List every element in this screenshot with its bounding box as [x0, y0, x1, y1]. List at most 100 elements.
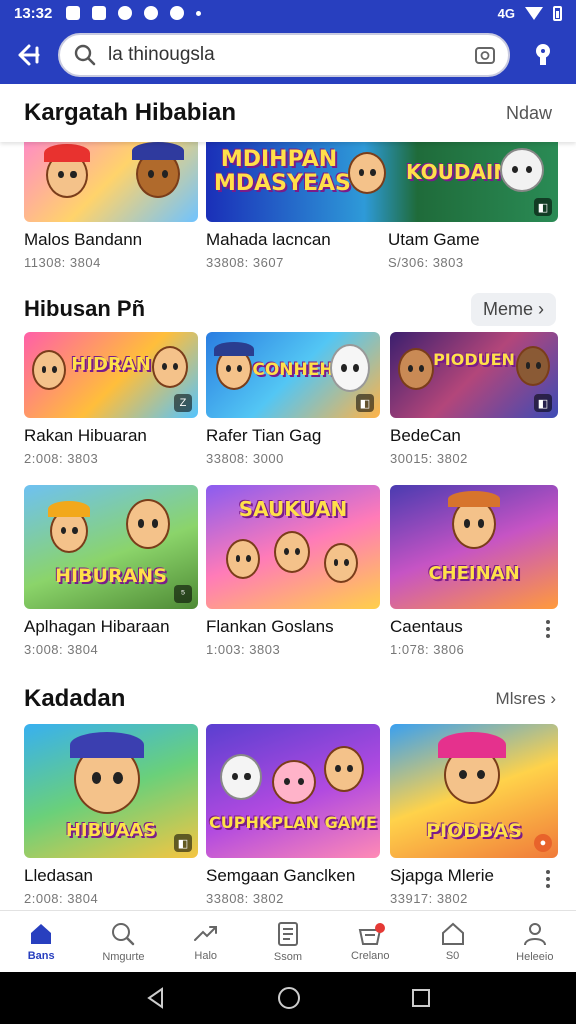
game-card[interactable]: CUPHKPLAN GAME Semgaan Ganclken 33808: 3…	[206, 724, 380, 906]
more-options-icon[interactable]	[546, 870, 550, 891]
refresh-icon	[144, 6, 159, 20]
see-more-button[interactable]: Meme ›	[470, 292, 556, 326]
nav-label: Heleeio	[516, 950, 554, 963]
game-thumbnail: CONHEH ◧	[206, 332, 380, 418]
game-thumbnail: HIBUAAS ◧	[24, 724, 198, 858]
game-card[interactable]: PIODUEN ◧ BedeCan 30015: 3802	[390, 332, 558, 466]
back-arrow-icon	[18, 44, 40, 66]
game-card[interactable]: CHEINAN Caentaus 1:078: 3806	[390, 485, 558, 657]
game-title: Semgaan Ganclken	[206, 866, 356, 885]
profile-icon	[523, 922, 546, 945]
game-card[interactable]: CONHEH ◧ Rafer Tian Gag 33808: 3000	[206, 332, 380, 466]
game-card[interactable]: Malos Bandann 11308: 3804	[24, 136, 198, 270]
banner-text: HIBUAAS	[65, 820, 157, 841]
mail-icon	[66, 6, 81, 20]
game-thumbnail: PIODUEN ◧	[390, 332, 558, 418]
house-outline-icon	[441, 922, 464, 945]
bookmark-icon: ◧	[534, 394, 552, 412]
system-back-icon[interactable]	[144, 986, 168, 1010]
game-card[interactable]: HIBUAAS ◧ Lledasan 2:008: 3804	[24, 724, 198, 906]
see-more-label: Mlsres	[495, 689, 546, 708]
bookmark-icon: ◧	[356, 394, 374, 412]
section-header-featured: Kargatah Hibabian Ndaw	[0, 84, 576, 142]
game-card[interactable]: HIBURANS ⁵ Aplhagan Hibaraan 3:008: 3804	[24, 485, 198, 657]
game-meta: 30015: 3802	[390, 451, 468, 466]
game-card[interactable]: PIODBAS ● Sjapga Mlerie 33917: 3802	[390, 724, 558, 906]
more-options-icon[interactable]	[546, 620, 550, 641]
game-meta: 33808: 3802	[206, 891, 284, 906]
section-header-kadadan: Kadadan Mlsres ›	[0, 682, 576, 716]
clock: 13:32	[14, 4, 53, 22]
game-title: Flankan Goslans	[206, 617, 334, 636]
game-title: Sjapga Mlerie	[390, 866, 494, 885]
section-title: Kadadan	[24, 685, 126, 712]
more-dot-icon	[196, 10, 202, 16]
game-title: BedeCan	[390, 426, 461, 445]
game-meta: 33808: 3607	[206, 255, 284, 270]
section-title: Hibusan Pñ	[24, 296, 146, 321]
bookmark-icon: ◧	[174, 834, 192, 852]
nav-item-halo[interactable]: Halo	[165, 911, 247, 972]
system-recents-icon[interactable]	[410, 987, 432, 1009]
game-thumbnail	[24, 136, 198, 222]
game-thumbnail: MDIHPAN MDASYEAS KOUDAIN ◧	[206, 136, 558, 222]
game-card[interactable]: HIDRAN Z Rakan Hibuaran 2:008: 3803	[24, 332, 198, 466]
section-title: Kargatah Hibabian	[24, 99, 237, 126]
game-title: Aplhagan Hibaraan	[24, 617, 170, 636]
game-title: Caentaus	[390, 617, 463, 636]
game-thumbnail: HIBURANS ⁵	[24, 485, 198, 609]
game-thumbnail: PIODBAS ●	[390, 724, 558, 858]
game-card[interactable]: MDIHPAN MDASYEAS KOUDAIN ◧ Mahada lacnca…	[206, 136, 558, 270]
game-meta: S/306: 3803	[388, 255, 464, 270]
nav-item-home[interactable]: Bans	[0, 911, 82, 972]
nav-label: Crelano	[351, 949, 390, 962]
lightbulb-icon	[536, 44, 550, 65]
game-meta: 3:008: 3804	[24, 642, 99, 657]
system-navigation-bar	[0, 972, 576, 1024]
search-input[interactable]	[108, 44, 474, 66]
wifi-icon	[525, 6, 543, 20]
app-icon	[92, 6, 107, 20]
game-title: Malos Bandann	[24, 230, 143, 249]
game-title: Rakan Hibuaran	[24, 426, 147, 445]
game-title: Mahada lacncan	[206, 230, 331, 249]
camera-icon[interactable]	[474, 44, 496, 66]
system-home-icon[interactable]	[276, 985, 302, 1011]
nav-item-profile[interactable]: Heleeio	[494, 911, 576, 972]
nav-item-s0[interactable]: S0	[411, 911, 493, 972]
game-meta: 2:008: 3803	[24, 451, 99, 466]
bookmark-icon: ◧	[534, 198, 552, 216]
status-bar: 13:32 4G	[0, 0, 576, 26]
search-icon	[112, 922, 135, 945]
game-meta: 1:003: 3803	[206, 642, 281, 657]
nav-item-search[interactable]: Nmgurte	[82, 911, 164, 972]
see-more-link[interactable]: Mlsres ›	[496, 689, 556, 709]
nav-label: Nmgurte	[102, 950, 145, 963]
nav-label: Ssom	[273, 950, 303, 963]
help-button[interactable]	[510, 26, 576, 84]
bookmark-icon: ⁵	[174, 585, 192, 603]
home-feed[interactable]: Kargatah Hibabian Ndaw Malos Bandann 113…	[0, 84, 576, 910]
search-icon	[74, 44, 96, 66]
see-more-link[interactable]: Ndaw	[506, 103, 552, 124]
game-thumbnail: CUPHKPLAN GAME	[206, 724, 380, 858]
search-bar[interactable]	[58, 33, 510, 77]
nav-label: S0	[445, 949, 460, 962]
game-meta: 11308: 3804	[24, 255, 101, 270]
nav-item-ssom[interactable]: Ssom	[247, 911, 329, 972]
game-thumbnail: SAUKUAN	[206, 485, 380, 609]
battery-icon	[553, 5, 562, 21]
section-header-entertainment: Hibusan Pñ Meme ›	[0, 292, 576, 326]
top-app-bar	[0, 26, 576, 84]
banner-text: KOUDAIN	[406, 160, 511, 184]
game-meta: 33808: 3000	[206, 451, 284, 466]
game-title: Rafer Tian Gag	[206, 426, 322, 445]
back-button[interactable]	[0, 26, 58, 84]
banner-text: MDIHPAN MDASYEAS	[214, 147, 351, 196]
play-badge-icon: ●	[534, 834, 552, 852]
game-card[interactable]: SAUKUAN Flankan Goslans 1:003: 3803	[206, 485, 380, 657]
game-thumbnail: CHEINAN	[390, 485, 558, 609]
chat-icon	[118, 6, 133, 20]
nav-item-crelano[interactable]: Crelano	[329, 911, 411, 972]
banner-text: HIBURANS	[55, 565, 167, 587]
